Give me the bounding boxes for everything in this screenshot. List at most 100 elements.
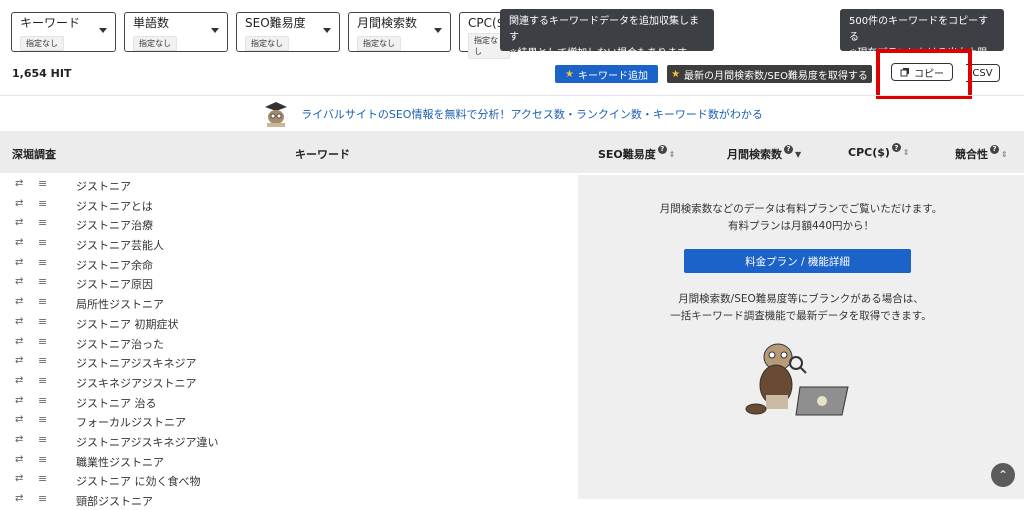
filter-seo-difficulty[interactable]: SEO難易度 指定なし <box>236 12 340 52</box>
header-monthly-volume[interactable]: 月間検索数 ? ▼ <box>727 144 801 162</box>
scroll-to-top-button[interactable]: ⌃ <box>991 463 1015 487</box>
filter-badge: 指定なし <box>357 36 401 51</box>
table-row[interactable]: ⇄ ≡ ジストニア <box>0 175 578 195</box>
help-icon[interactable]: ? <box>784 144 793 154</box>
hamburger-icon[interactable]: ≡ <box>38 472 47 485</box>
table-row[interactable]: ⇄ ≡ フォーカルジストニア <box>0 411 578 431</box>
header-seo-difficulty[interactable]: SEO難易度 ? ⇕ <box>598 144 676 162</box>
copy-icon <box>900 68 909 77</box>
retweet-icon[interactable]: ⇄ <box>15 336 23 347</box>
hamburger-icon[interactable]: ≡ <box>38 335 47 348</box>
sort-icon[interactable]: ⇕ <box>903 148 910 157</box>
keyword-text: ジストニア治療 <box>76 219 153 233</box>
table-row[interactable]: ⇄ ≡ ジストニア治療 <box>0 214 578 234</box>
tooltip-line: 500件のキーワードをコピーする <box>849 16 989 43</box>
caret-down-icon <box>434 28 442 33</box>
table-row[interactable]: ⇄ ≡ ジストニアジスキネジア違い <box>0 431 578 451</box>
help-icon[interactable]: ? <box>657 144 667 154</box>
mascot-icon <box>265 101 288 127</box>
table-row[interactable]: ⇄ ≡ 職業性ジストニア <box>0 451 578 471</box>
header-keyword: キーワード <box>295 146 350 162</box>
hamburger-icon[interactable]: ≡ <box>38 216 47 229</box>
table-row[interactable]: ⇄ ≡ 頸部ジストニア <box>0 490 578 510</box>
header-label: キーワード <box>295 148 350 161</box>
table-row[interactable]: ⇄ ≡ ジストニア に効く食べ物 <box>0 470 578 490</box>
table-row[interactable]: ⇄ ≡ ジストニア芸能人 <box>0 234 578 254</box>
promo-link[interactable]: ライバルサイトのSEO情報を無料で分析！アクセス数・ランクイン数・キーワード数が… <box>301 106 763 122</box>
retweet-icon[interactable]: ⇄ <box>15 276 23 287</box>
hamburger-icon[interactable]: ≡ <box>38 315 47 328</box>
caret-down-icon <box>323 28 331 33</box>
hamburger-icon[interactable]: ≡ <box>38 374 47 387</box>
filter-keyword[interactable]: キーワード 指定なし <box>11 12 116 52</box>
retweet-icon[interactable]: ⇄ <box>15 198 23 209</box>
retweet-icon[interactable]: ⇄ <box>15 434 23 445</box>
fetch-latest-button[interactable]: ★ 最新の月間検索数/SEO難易度を取得する <box>667 65 872 83</box>
hamburger-icon[interactable]: ≡ <box>38 433 47 446</box>
pricing-button[interactable]: 料金プラン / 機能詳細 <box>684 249 911 273</box>
retweet-icon[interactable]: ⇄ <box>15 217 23 228</box>
csv-label: CSV <box>972 67 993 79</box>
keyword-text: ジスキネジアジストニア <box>76 376 197 390</box>
header-label: 競合性 <box>955 148 988 161</box>
keyword-list: ⇄ ≡ ジストニア ⇄ ≡ ジストニアとは ⇄ ≡ ジストニア治療 ⇄ ≡ ジストニア芸能人 ⇄ ≡ ジスト… <box>0 175 578 510</box>
table-row[interactable]: ⇄ ≡ ジストニア余命 <box>0 254 578 274</box>
header-label: CPC($) <box>848 146 890 159</box>
table-row[interactable]: ⇄ ≡ ジスキネジアジストニア <box>0 372 578 392</box>
hamburger-icon[interactable]: ≡ <box>38 394 47 407</box>
panel-text: 一括キーワード調査機能で最新データを取得できます。 <box>670 310 932 322</box>
hamburger-icon[interactable]: ≡ <box>38 354 47 367</box>
retweet-icon[interactable]: ⇄ <box>15 355 23 366</box>
filter-label: SEO難易度 <box>245 16 306 30</box>
paywall-panel: 月間検索数などのデータは有料プランでご覧いただけます。 有料プランは月額440円… <box>578 175 1024 499</box>
table-row[interactable]: ⇄ ≡ ジストニア 初期症状 <box>0 313 578 333</box>
sort-icon[interactable]: ⇕ <box>1001 150 1008 159</box>
panel-text: 月間検索数などのデータは有料プランでご覧いただけます。 <box>659 203 943 215</box>
table-row[interactable]: ⇄ ≡ ジストニアとは <box>0 195 578 215</box>
hamburger-icon[interactable]: ≡ <box>38 275 47 288</box>
header-cpc[interactable]: CPC($) ? ⇕ <box>848 143 910 159</box>
hamburger-icon[interactable]: ≡ <box>38 295 47 308</box>
filter-word-count[interactable]: 単語数 指定なし <box>124 12 228 52</box>
help-icon[interactable]: ? <box>891 143 901 152</box>
hamburger-icon[interactable]: ≡ <box>38 453 47 466</box>
retweet-icon[interactable]: ⇄ <box>15 395 23 406</box>
panel-text: 有料プランは月額440円から！ <box>727 220 875 232</box>
hamburger-icon[interactable]: ≡ <box>38 197 47 210</box>
hamburger-icon[interactable]: ≡ <box>38 236 47 249</box>
panel-text: 月間検索数/SEO難易度等にブランクがある場合は、 <box>678 293 924 305</box>
header-label: SEO難易度 <box>598 148 656 161</box>
hamburger-icon[interactable]: ≡ <box>38 413 47 426</box>
retweet-icon[interactable]: ⇄ <box>15 454 23 465</box>
help-icon[interactable]: ? <box>990 144 999 154</box>
header-competition[interactable]: 競合性 ? ⇕ <box>955 144 1008 162</box>
tooltip-line: 関連するキーワードデータを追加収集します <box>509 16 699 43</box>
retweet-icon[interactable]: ⇄ <box>15 316 23 327</box>
hamburger-icon[interactable]: ≡ <box>38 177 47 190</box>
add-keyword-button[interactable]: ★ キーワード追加 <box>555 65 658 83</box>
keyword-text: ジストニアジスキネジア <box>76 357 197 371</box>
hamburger-icon[interactable]: ≡ <box>38 256 47 269</box>
retweet-icon[interactable]: ⇄ <box>15 296 23 307</box>
sort-desc-icon[interactable]: ▼ <box>795 150 801 159</box>
sort-icon[interactable]: ⇕ <box>669 150 676 159</box>
caret-down-icon <box>211 28 219 33</box>
table-row[interactable]: ⇄ ≡ ジストニア治った <box>0 333 578 353</box>
filter-monthly-volume[interactable]: 月間検索数 指定なし <box>348 12 451 52</box>
retweet-icon[interactable]: ⇄ <box>15 257 23 268</box>
keyword-text: ジストニア に効く食べ物 <box>76 475 201 489</box>
table-row[interactable]: ⇄ ≡ 局所性ジストニア <box>0 293 578 313</box>
copy-button[interactable]: コピー <box>891 63 953 81</box>
table-row[interactable]: ⇄ ≡ ジストニアジスキネジア <box>0 352 578 372</box>
retweet-icon[interactable]: ⇄ <box>15 473 23 484</box>
header-label: 深堀調査 <box>12 148 56 161</box>
retweet-icon[interactable]: ⇄ <box>15 237 23 248</box>
mascot-laptop-illustration <box>745 343 849 416</box>
table-row[interactable]: ⇄ ≡ ジストニア 治る <box>0 392 578 412</box>
retweet-icon[interactable]: ⇄ <box>15 414 23 425</box>
filter-badge: 指定なし <box>245 36 289 51</box>
retweet-icon[interactable]: ⇄ <box>15 375 23 386</box>
retweet-icon[interactable]: ⇄ <box>15 178 23 189</box>
keyword-text: ジストニア芸能人 <box>76 239 164 253</box>
table-row[interactable]: ⇄ ≡ ジストニア原因 <box>0 273 578 293</box>
